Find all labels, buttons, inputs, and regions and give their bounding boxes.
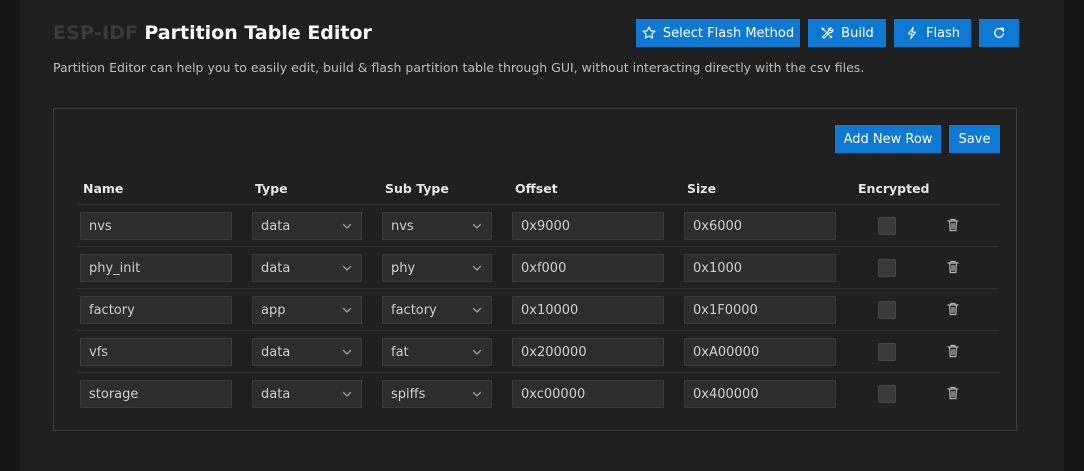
- subtype-select-value: factory: [391, 302, 437, 318]
- type-select[interactable]: data: [252, 338, 362, 366]
- chevron-down-icon: [471, 388, 483, 400]
- chevron-down-icon: [471, 304, 483, 316]
- name-input[interactable]: nvs: [80, 212, 232, 240]
- page-title: ESP-IDF Partition Table Editor: [53, 22, 372, 46]
- column-header-name: Name: [83, 181, 124, 196]
- flash-label: Flash: [925, 25, 961, 41]
- refresh-icon: [992, 26, 1006, 40]
- type-select-value: data: [261, 344, 291, 360]
- table-row: storage data spiffs 0xc00000 0x400000: [77, 373, 999, 415]
- build-label: Build: [841, 25, 874, 41]
- partition-table: Name Type Sub Type Offset Size Encrypted…: [77, 175, 999, 415]
- select-flash-method-label: Select Flash Method: [662, 25, 795, 41]
- trash-icon[interactable]: [947, 260, 959, 274]
- column-header-encrypted: Encrypted: [858, 181, 930, 196]
- subtype-select-value: phy: [391, 260, 416, 276]
- subtype-select[interactable]: nvs: [382, 212, 492, 240]
- size-input[interactable]: 0x6000: [684, 212, 836, 240]
- save-button[interactable]: Save: [949, 125, 1000, 153]
- chevron-down-icon: [471, 220, 483, 232]
- chevron-down-icon: [341, 388, 353, 400]
- type-select-value: data: [261, 260, 291, 276]
- lightning-icon: [905, 26, 919, 40]
- subtype-select[interactable]: fat: [382, 338, 492, 366]
- refresh-button[interactable]: [979, 19, 1019, 47]
- table-row: nvs data nvs 0x9000 0x6000: [77, 205, 999, 247]
- column-header-subtype: Sub Type: [385, 181, 449, 196]
- trash-icon[interactable]: [947, 302, 959, 316]
- chevron-down-icon: [341, 220, 353, 232]
- table-row: factory app factory 0x10000 0x1F0000: [77, 289, 999, 331]
- size-input[interactable]: 0xA00000: [684, 338, 836, 366]
- type-select[interactable]: app: [252, 296, 362, 324]
- title-prefix: ESP-IDF: [53, 22, 139, 44]
- star-icon: [642, 26, 656, 40]
- page-subtitle: Partition Editor can help you to easily …: [53, 60, 865, 75]
- offset-input[interactable]: 0x9000: [512, 212, 664, 240]
- type-select-value: data: [261, 386, 291, 402]
- chevron-down-icon: [341, 304, 353, 316]
- left-edge: [0, 0, 20, 471]
- offset-input[interactable]: 0xc00000: [512, 380, 664, 408]
- table-row: vfs data fat 0x200000 0xA00000: [77, 331, 999, 373]
- subtype-select-value: spiffs: [391, 386, 426, 402]
- chevron-down-icon: [471, 346, 483, 358]
- table-body: nvs data nvs 0x9000 0x6000 phy_init data phy 0xf…: [77, 205, 999, 415]
- partition-panel: Add New Row Save Name Type Sub Type Offs…: [53, 108, 1017, 431]
- chevron-down-icon: [471, 262, 483, 274]
- subtype-select[interactable]: phy: [382, 254, 492, 282]
- title-text: Partition Table Editor: [144, 22, 372, 44]
- encrypted-checkbox[interactable]: [878, 385, 896, 403]
- subtype-select[interactable]: spiffs: [382, 380, 492, 408]
- encrypted-checkbox[interactable]: [878, 217, 896, 235]
- type-select-value: app: [261, 302, 286, 318]
- build-button[interactable]: Build: [808, 19, 886, 47]
- size-input[interactable]: 0x1000: [684, 254, 836, 282]
- panel-actions: Add New Row Save: [835, 125, 1000, 153]
- offset-input[interactable]: 0x10000: [512, 296, 664, 324]
- column-header-type: Type: [255, 181, 288, 196]
- name-input[interactable]: phy_init: [80, 254, 232, 282]
- type-select[interactable]: data: [252, 254, 362, 282]
- size-input[interactable]: 0x400000: [684, 380, 836, 408]
- encrypted-checkbox[interactable]: [878, 259, 896, 277]
- column-header-size: Size: [687, 181, 717, 196]
- flash-button[interactable]: Flash: [894, 19, 971, 47]
- column-header-offset: Offset: [515, 181, 558, 196]
- table-header: Name Type Sub Type Offset Size Encrypted: [77, 175, 999, 205]
- add-new-row-button[interactable]: Add New Row: [835, 125, 941, 153]
- subtype-select-value: fat: [391, 344, 409, 360]
- name-input[interactable]: storage: [80, 380, 232, 408]
- trash-icon[interactable]: [947, 218, 959, 232]
- trash-icon[interactable]: [947, 344, 959, 358]
- subtype-select-value: nvs: [391, 218, 414, 234]
- offset-input[interactable]: 0xf000: [512, 254, 664, 282]
- table-row: phy_init data phy 0xf000 0x1000: [77, 247, 999, 289]
- name-input[interactable]: factory: [80, 296, 232, 324]
- trash-icon[interactable]: [947, 386, 959, 400]
- type-select[interactable]: data: [252, 380, 362, 408]
- toolbar: Select Flash Method Build Flash: [636, 19, 1019, 47]
- right-edge: [1064, 0, 1084, 471]
- chevron-down-icon: [341, 346, 353, 358]
- encrypted-checkbox[interactable]: [878, 301, 896, 319]
- encrypted-checkbox[interactable]: [878, 343, 896, 361]
- tools-icon: [820, 26, 834, 40]
- editor-frame: ESP-IDF Partition Table Editor Partition…: [20, 0, 1064, 471]
- offset-input[interactable]: 0x200000: [512, 338, 664, 366]
- type-select[interactable]: data: [252, 212, 362, 240]
- name-input[interactable]: vfs: [80, 338, 232, 366]
- subtype-select[interactable]: factory: [382, 296, 492, 324]
- type-select-value: data: [261, 218, 291, 234]
- chevron-down-icon: [341, 262, 353, 274]
- size-input[interactable]: 0x1F0000: [684, 296, 836, 324]
- select-flash-method-button[interactable]: Select Flash Method: [636, 19, 800, 47]
